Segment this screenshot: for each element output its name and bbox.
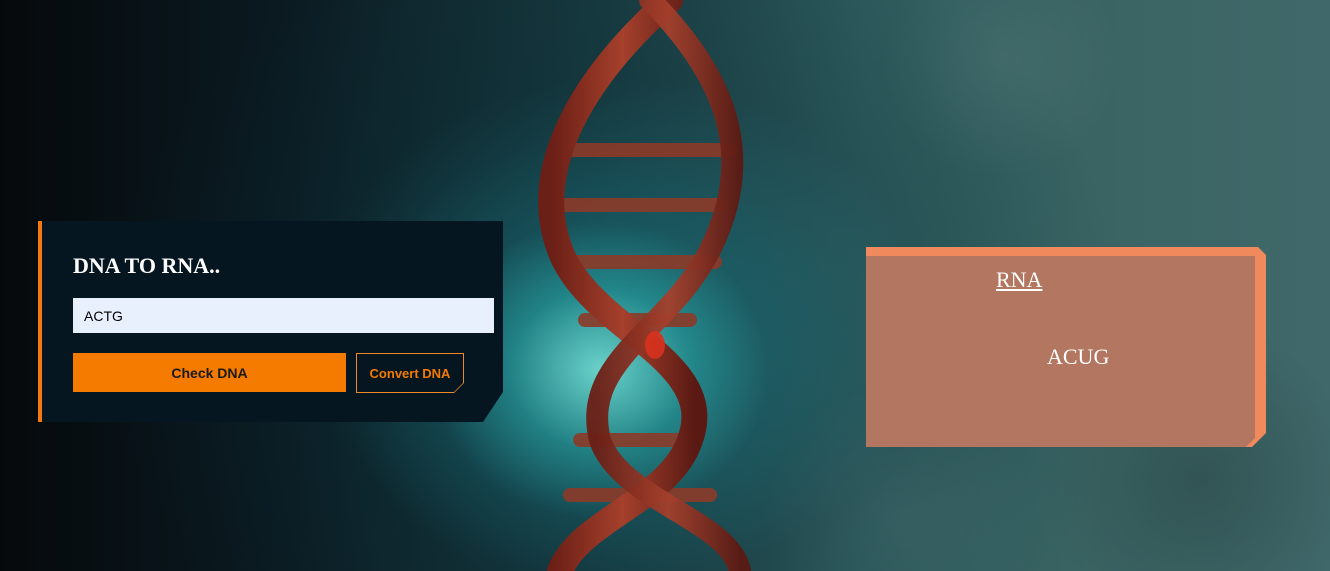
dna-input-field[interactable]	[73, 298, 494, 333]
convert-dna-button[interactable]: Convert DNA	[356, 353, 464, 393]
dna-converter-card: DNA TO RNA.. Check DNA Convert DNA	[38, 221, 503, 422]
converter-title: DNA TO RNA..	[73, 253, 221, 278]
rna-result-card: RNA ACUG	[866, 247, 1266, 447]
check-dna-button[interactable]: Check DNA	[73, 353, 346, 392]
dna-helix-image	[538, 0, 751, 571]
rna-result-panel: RNA ACUG	[866, 256, 1255, 447]
helix-highlight	[645, 331, 665, 359]
rna-result-value: ACUG	[1047, 344, 1110, 369]
convert-dna-label: Convert DNA	[357, 354, 463, 392]
rna-title: RNA	[996, 267, 1043, 292]
